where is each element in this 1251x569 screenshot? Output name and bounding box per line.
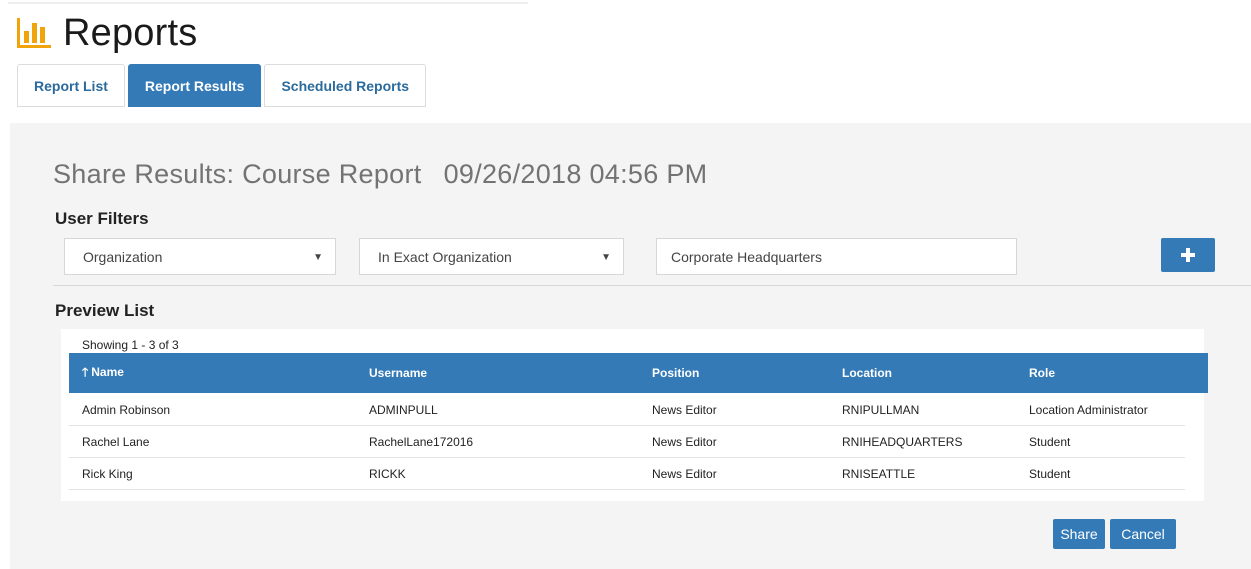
tab-scheduled-reports[interactable]: Scheduled Reports [264, 64, 427, 107]
tab-report-results[interactable]: Report Results [127, 64, 262, 107]
share-button[interactable]: Share [1053, 519, 1105, 549]
filter-value-input[interactable]: Corporate Headquarters [656, 238, 1017, 275]
tab-bar: Report List Report Results Scheduled Rep… [17, 64, 429, 107]
column-header-role[interactable]: Role [1029, 366, 1055, 380]
cell-username: ADMINPULL [369, 403, 438, 417]
filter-operator-select[interactable]: In Exact Organization ▼ [359, 238, 624, 275]
column-header-position[interactable]: Position [652, 366, 699, 380]
table-header: 🡑 Name Username Position Location Role [69, 353, 1208, 393]
arrow-up-icon: 🡑 [82, 364, 89, 379]
column-header-name[interactable]: 🡑 Name [82, 363, 124, 384]
cell-location: RNISEATTLE [842, 467, 916, 481]
report-datetime: 09/26/2018 04:56 PM [443, 159, 708, 189]
cell-role: Location Administrator [1029, 403, 1148, 417]
cell-username: RICKK [369, 467, 406, 481]
cancel-button[interactable]: Cancel [1110, 519, 1176, 549]
cell-name: Rachel Lane [82, 435, 150, 449]
showing-count: Showing 1 - 3 of 3 [82, 338, 179, 352]
top-divider [8, 2, 528, 4]
page-title: Reports [63, 11, 198, 54]
tab-report-list[interactable]: Report List [17, 64, 125, 107]
filter-field-select[interactable]: Organization ▼ [64, 238, 336, 275]
cell-position: News Editor [652, 403, 717, 417]
add-filter-button[interactable] [1161, 238, 1215, 272]
page-header: Reports [17, 10, 197, 56]
preview-table: Showing 1 - 3 of 3 🡑 Name Username Positi… [61, 329, 1208, 501]
share-results-panel: Share Results: Course Report 09/26/2018 0… [10, 123, 1251, 569]
cell-position: News Editor [652, 467, 717, 481]
cell-username: RachelLane172016 [369, 435, 474, 449]
caret-down-icon: ▼ [601, 252, 611, 263]
cell-location: RNIPULLMAN [842, 403, 920, 417]
column-header-location[interactable]: Location [842, 366, 892, 380]
caret-down-icon: ▼ [313, 252, 323, 263]
cell-role: Student [1029, 467, 1071, 481]
bar-chart-icon [17, 18, 51, 48]
column-header-username[interactable]: Username [369, 366, 427, 380]
share-results-title: Share Results: Course Report 09/26/2018 0… [53, 159, 707, 190]
share-title-text: Share Results: Course Report [53, 159, 422, 189]
table-row: Rachel Lane RachelLane172016 News Editor… [69, 426, 1185, 458]
preview-list-label: Preview List [55, 301, 155, 320]
filter-operator-value: In Exact Organization [378, 248, 512, 265]
cell-name: Rick King [82, 467, 133, 481]
filter-field-value: Organization [83, 248, 163, 265]
cell-role: Student [1029, 435, 1071, 449]
cell-name: Admin Robinson [82, 403, 171, 417]
cell-location: RNIHEADQUARTERS [842, 435, 963, 449]
table-row: Rick King RICKK News Editor RNISEATTLE S… [69, 458, 1185, 490]
cell-position: News Editor [652, 435, 717, 449]
section-divider [53, 285, 1251, 286]
table-row: Admin Robinson ADMINPULL News Editor RNI… [69, 394, 1185, 426]
user-filters-label: User Filters [55, 209, 149, 228]
